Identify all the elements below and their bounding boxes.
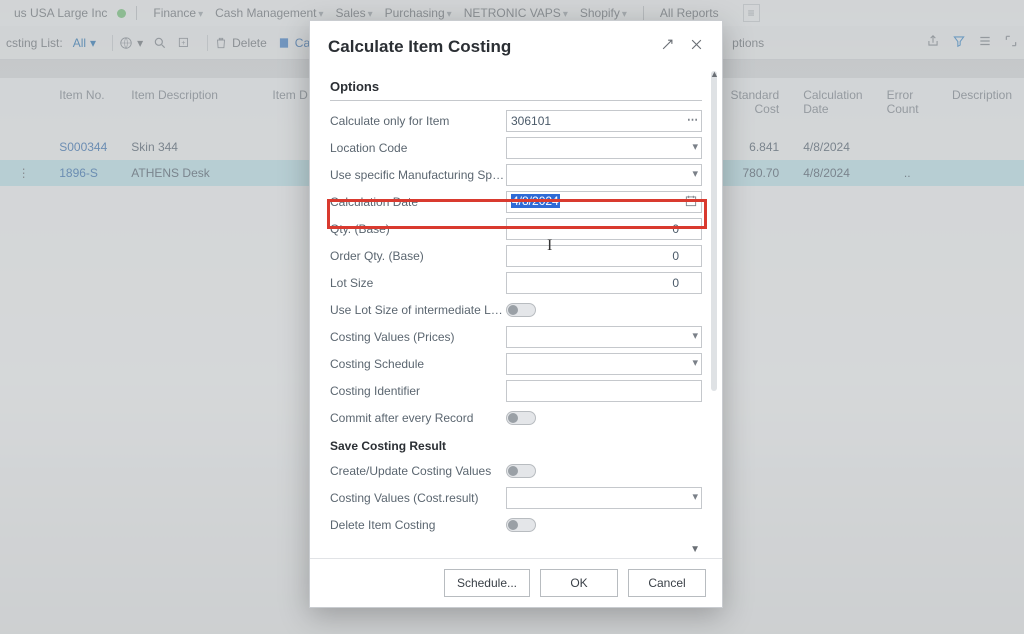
calc-item-input[interactable]	[506, 110, 702, 132]
delete-item-toggle[interactable]	[506, 518, 536, 532]
calc-date-input[interactable]: 4/8/2024	[506, 191, 702, 213]
close-icon[interactable]	[689, 37, 704, 57]
label-order-qty: Order Qty. (Base)	[330, 249, 424, 263]
location-input[interactable]	[506, 137, 702, 159]
use-lot-toggle[interactable]	[506, 303, 536, 317]
ok-button[interactable]: OK	[540, 569, 618, 597]
label-lot-size: Lot Size	[330, 276, 373, 290]
save-section-header: Save Costing Result	[330, 439, 702, 453]
label-cost-sched: Costing Schedule	[330, 357, 424, 371]
order-qty-input[interactable]	[506, 245, 702, 267]
cost-values-input[interactable]	[506, 326, 702, 348]
schedule-button[interactable]: Schedule...	[444, 569, 530, 597]
label-commit: Commit after every Record	[330, 411, 473, 425]
dialog-title: Calculate Item Costing	[328, 37, 511, 57]
label-calc-item: Calculate only for Item	[330, 114, 449, 128]
lot-size-input[interactable]	[506, 272, 702, 294]
qty-base-input[interactable]	[506, 218, 702, 240]
label-location: Location Code	[330, 141, 407, 155]
cost-id-input[interactable]	[506, 380, 702, 402]
cancel-button[interactable]: Cancel	[628, 569, 706, 597]
label-use-lot: Use Lot Size of intermediate Lev...	[330, 303, 506, 317]
label-qty-base: Qty. (Base)	[330, 222, 390, 236]
calculate-item-costing-dialog: Calculate Item Costing ▲ Options Calcula…	[309, 20, 723, 608]
mfg-spec-input[interactable]	[506, 164, 702, 186]
maximize-icon[interactable]	[660, 37, 675, 57]
label-cost-values: Costing Values (Prices)	[330, 330, 455, 344]
create-upd-toggle[interactable]	[506, 464, 536, 478]
label-cost-result: Costing Values (Cost.result)	[330, 491, 479, 505]
commit-toggle[interactable]	[506, 411, 536, 425]
label-cost-id: Costing Identifier	[330, 384, 420, 398]
options-section-header: Options	[330, 71, 702, 101]
scroll-down-icon[interactable]: ▼	[330, 544, 702, 555]
label-delete-item: Delete Item Costing	[330, 518, 435, 532]
cost-result-input[interactable]	[506, 487, 702, 509]
cost-sched-input[interactable]	[506, 353, 702, 375]
label-mfg-spec: Use specific Manufacturing Spe...	[330, 168, 506, 182]
label-calc-date: Calculation Date	[330, 195, 418, 209]
label-create-upd: Create/Update Costing Values	[330, 464, 491, 478]
scrollbar[interactable]: ▲	[711, 71, 717, 391]
